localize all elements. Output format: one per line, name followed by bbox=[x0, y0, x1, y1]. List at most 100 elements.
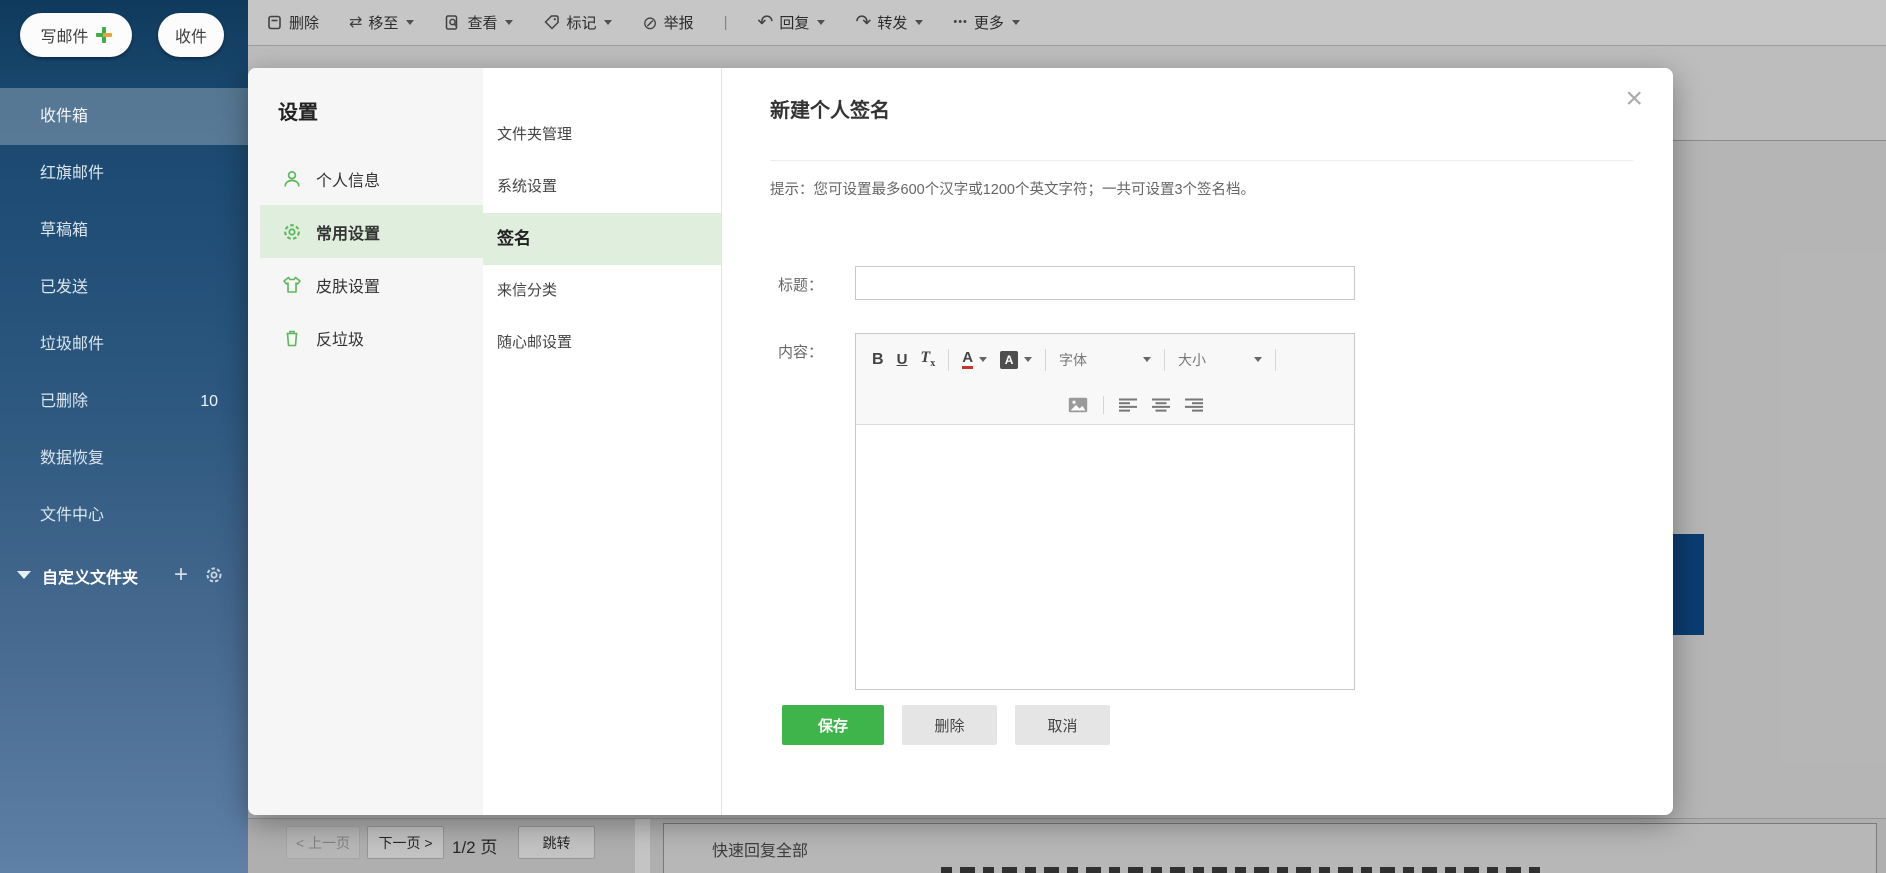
cancel-button[interactable]: 取消 bbox=[1015, 705, 1110, 745]
underline-button[interactable]: U bbox=[897, 351, 908, 368]
folder-settings-gear-icon[interactable] bbox=[204, 565, 224, 585]
caret-down-icon bbox=[1024, 357, 1033, 362]
settings-nav-label: 常用设置 bbox=[316, 225, 381, 243]
sidebar-item-label: 红旗邮件 bbox=[40, 165, 105, 182]
insert-image-button[interactable] bbox=[1068, 397, 1088, 413]
settings-nav-label: 皮肤设置 bbox=[316, 278, 381, 296]
signature-content-textarea[interactable] bbox=[856, 425, 1354, 689]
receive-mail-button[interactable]: 收件 bbox=[158, 13, 224, 57]
editor-separator bbox=[1275, 348, 1277, 371]
sidebar-item-inbox[interactable]: 收件箱 bbox=[0, 88, 248, 145]
sidebar-item-label: 数据恢复 bbox=[40, 450, 105, 467]
settings-nav-skin-settings[interactable]: 皮肤设置 bbox=[260, 258, 483, 311]
editor-separator bbox=[1164, 348, 1166, 371]
sidebar-item-file-center[interactable]: 文件中心 bbox=[0, 487, 248, 544]
image-icon bbox=[1068, 397, 1088, 412]
add-folder-button[interactable]: + bbox=[174, 560, 188, 590]
close-icon[interactable]: × bbox=[1625, 84, 1643, 114]
subnav-incoming-classification[interactable]: 来信分类 bbox=[483, 265, 721, 317]
panel-buttons-row: 保存 删除 取消 bbox=[782, 705, 1110, 745]
font-color-a-icon: A bbox=[962, 349, 974, 370]
font-color-button[interactable]: A bbox=[962, 349, 988, 370]
font-size-label: 大小 bbox=[1178, 351, 1207, 368]
signature-panel: × 新建个人签名 提示：您可设置最多600个汉字或1200个英文字符；一共可设置… bbox=[722, 68, 1673, 815]
settings-modal: 设置 个人信息 常用设置 皮肤设置 反垃圾 文件夹管理 系统设置 签名 来信分类… bbox=[248, 68, 1673, 815]
editor-toolbar-row-2 bbox=[856, 385, 1354, 424]
subnav-system-settings[interactable]: 系统设置 bbox=[483, 161, 721, 213]
editor-separator bbox=[1045, 348, 1047, 371]
subnav-label: 来信分类 bbox=[497, 282, 558, 299]
settings-nav-anti-spam[interactable]: 反垃圾 bbox=[260, 311, 483, 364]
align-left-icon bbox=[1119, 398, 1137, 412]
person-icon bbox=[284, 170, 300, 187]
background-color-button[interactable]: A bbox=[1000, 350, 1033, 369]
rich-text-editor: B U Tx A A 字体 大小 bbox=[855, 333, 1355, 690]
subnav-label: 签名 bbox=[497, 229, 531, 248]
receive-label: 收件 bbox=[174, 29, 207, 46]
panel-title: 新建个人签名 bbox=[770, 100, 890, 122]
signature-title-input[interactable] bbox=[855, 266, 1355, 300]
sidebar-item-label: 已发送 bbox=[40, 279, 89, 296]
trash-bin-icon bbox=[286, 330, 298, 346]
collapse-triangle-icon[interactable] bbox=[17, 571, 31, 579]
settings-nav-label: 个人信息 bbox=[316, 172, 381, 190]
subnav-label: 系统设置 bbox=[497, 178, 558, 195]
align-left-button[interactable] bbox=[1119, 398, 1137, 412]
delete-button[interactable]: 删除 bbox=[902, 705, 997, 745]
sidebar-item-deleted[interactable]: 已删除 10 bbox=[0, 373, 248, 430]
sidebar-item-spam[interactable]: 垃圾邮件 bbox=[0, 316, 248, 373]
deleted-count-badge: 10 bbox=[200, 393, 218, 410]
gear-icon bbox=[284, 223, 300, 240]
settings-nav-common-settings[interactable]: 常用设置 bbox=[260, 205, 483, 258]
sidebar-item-data-recovery[interactable]: 数据恢复 bbox=[0, 430, 248, 487]
custom-folders-row[interactable]: 自定义文件夹 + bbox=[0, 556, 248, 596]
clear-format-button[interactable]: Tx bbox=[920, 349, 935, 369]
align-right-icon bbox=[1185, 398, 1203, 412]
mail-app-screen: 写邮件 收件 收件箱 红旗邮件 草稿箱 已发送 垃圾邮件 已删除 10 数据恢复… bbox=[0, 0, 1886, 873]
compose-label: 写邮件 bbox=[40, 29, 89, 46]
signature-hint-text: 提示：您可设置最多600个汉字或1200个英文字符；一共可设置3个签名档。 bbox=[770, 182, 1256, 198]
settings-title: 设置 bbox=[278, 102, 318, 124]
editor-toolbar-row-1: B U Tx A A 字体 大小 bbox=[856, 334, 1354, 385]
editor-separator bbox=[1103, 395, 1104, 414]
title-field-label: 标题： bbox=[778, 277, 824, 294]
clear-format-x: x bbox=[930, 358, 936, 370]
sidebar-item-label: 垃圾邮件 bbox=[40, 336, 105, 353]
plus-icon bbox=[95, 27, 112, 43]
sidebar-item-label: 已删除 bbox=[40, 393, 89, 410]
content-field-label: 内容： bbox=[778, 344, 824, 361]
title-divider bbox=[770, 160, 1633, 161]
editor-separator bbox=[948, 348, 950, 371]
sidebar-nav: 收件箱 红旗邮件 草稿箱 已发送 垃圾邮件 已删除 10 数据恢复 文件中心 bbox=[0, 88, 248, 544]
font-size-dropdown[interactable]: 大小 bbox=[1178, 350, 1263, 370]
subnav-label: 文件夹管理 bbox=[497, 126, 573, 143]
bold-button[interactable]: B bbox=[872, 351, 884, 369]
compose-button[interactable]: 写邮件 bbox=[20, 13, 132, 57]
sidebar-item-sent[interactable]: 已发送 bbox=[0, 259, 248, 316]
sidebar-item-drafts[interactable]: 草稿箱 bbox=[0, 202, 248, 259]
subnav-label: 随心邮设置 bbox=[497, 334, 573, 351]
caret-down-icon bbox=[1254, 357, 1263, 362]
align-center-icon bbox=[1152, 398, 1170, 412]
align-center-button[interactable] bbox=[1152, 398, 1170, 412]
settings-nav-label: 反垃圾 bbox=[316, 331, 365, 349]
subnav-suixin-mail[interactable]: 随心邮设置 bbox=[483, 317, 721, 369]
save-button[interactable]: 保存 bbox=[782, 705, 884, 745]
font-family-label: 字体 bbox=[1059, 351, 1088, 368]
subnav-folder-management[interactable]: 文件夹管理 bbox=[483, 109, 721, 161]
subnav-signature[interactable]: 签名 bbox=[483, 213, 721, 265]
sidebar: 写邮件 收件 收件箱 红旗邮件 草稿箱 已发送 垃圾邮件 已删除 10 数据恢复… bbox=[0, 0, 248, 873]
sidebar-item-label: 草稿箱 bbox=[40, 222, 89, 239]
tshirt-icon bbox=[283, 276, 301, 293]
bg-color-a-icon: A bbox=[1000, 350, 1019, 369]
settings-nav-column: 设置 个人信息 常用设置 皮肤设置 反垃圾 bbox=[248, 68, 483, 815]
sidebar-item-label: 收件箱 bbox=[40, 108, 89, 125]
custom-folders-label: 自定义文件夹 bbox=[42, 570, 139, 587]
sidebar-item-flagged[interactable]: 红旗邮件 bbox=[0, 145, 248, 202]
editor-toolbar: B U Tx A A 字体 大小 bbox=[856, 334, 1354, 425]
align-right-button[interactable] bbox=[1185, 398, 1203, 412]
clear-format-t: T bbox=[920, 349, 931, 367]
settings-nav-personal-info[interactable]: 个人信息 bbox=[260, 152, 483, 205]
font-family-dropdown[interactable]: 字体 bbox=[1059, 350, 1152, 370]
sidebar-item-label: 文件中心 bbox=[40, 507, 105, 524]
